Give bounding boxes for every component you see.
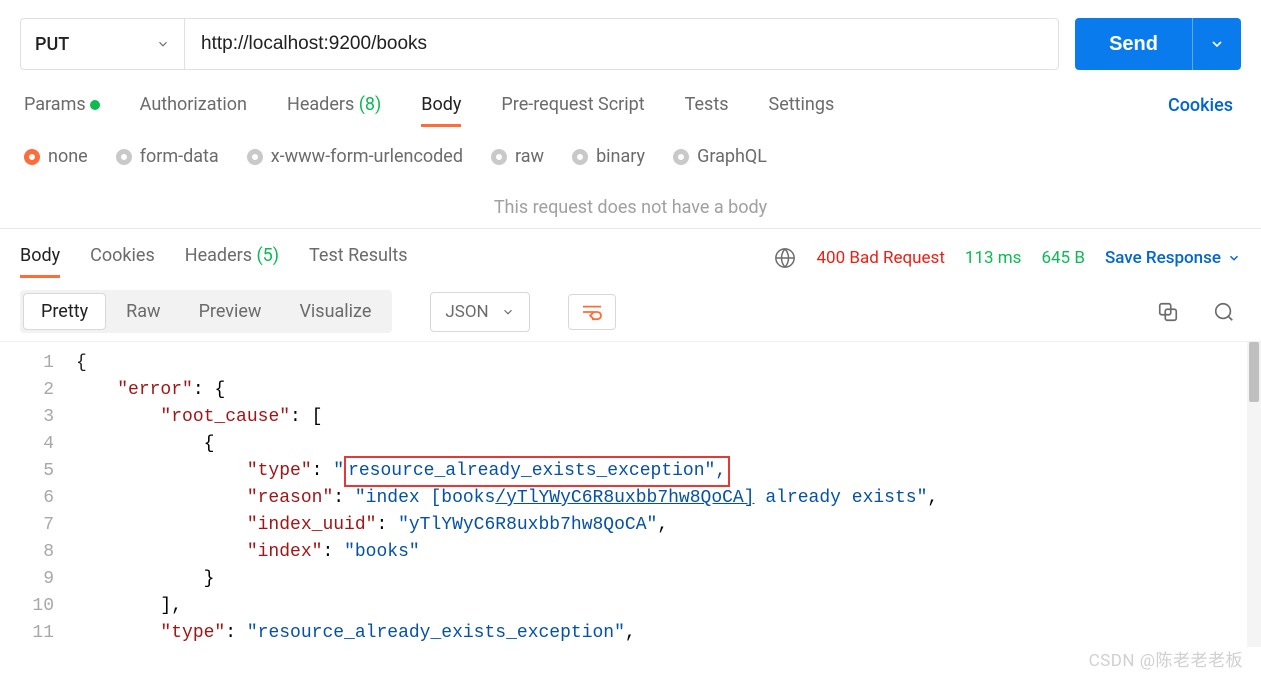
- watermark: CSDN @陈老老老板: [1089, 646, 1243, 671]
- tab-authorization[interactable]: Authorization: [140, 86, 247, 125]
- radio-x-www-form-urlencoded[interactable]: x-www-form-urlencoded: [247, 146, 463, 167]
- scrollbar-thumb[interactable]: [1249, 342, 1259, 402]
- size-text: 645 B: [1041, 248, 1084, 268]
- wrap-icon: [581, 303, 603, 321]
- radio-raw[interactable]: raw: [491, 146, 544, 167]
- radio-form-data[interactable]: form-data: [116, 146, 219, 167]
- send-button[interactable]: Send: [1075, 18, 1192, 70]
- status-text: 400 Bad Request: [816, 248, 944, 268]
- view-visualize[interactable]: Visualize: [281, 293, 389, 330]
- radio-binary[interactable]: binary: [572, 146, 645, 167]
- resp-tab-cookies[interactable]: Cookies: [90, 239, 155, 276]
- radio-icon: [116, 149, 132, 165]
- view-preview[interactable]: Preview: [181, 293, 280, 330]
- tab-body[interactable]: Body: [421, 86, 461, 125]
- resp-tab-body[interactable]: Body: [20, 239, 60, 276]
- chevron-down-icon: [1209, 36, 1225, 52]
- method-select[interactable]: PUT: [20, 18, 184, 70]
- wrap-lines-button[interactable]: [568, 294, 616, 330]
- lang-select[interactable]: JSON: [430, 292, 529, 332]
- tab-params[interactable]: Params: [24, 86, 100, 125]
- radio-graphql[interactable]: GraphQL: [673, 146, 767, 167]
- radio-icon: [572, 149, 588, 165]
- tab-settings[interactable]: Settings: [769, 86, 835, 125]
- time-text: 113 ms: [965, 248, 1022, 268]
- dot-icon: [90, 100, 100, 110]
- chevron-down-icon: [156, 37, 170, 51]
- resp-tab-test-results[interactable]: Test Results: [309, 239, 407, 276]
- copy-icon: [1157, 301, 1179, 323]
- globe-icon[interactable]: [774, 247, 796, 269]
- view-mode-group: Pretty Raw Preview Visualize: [20, 290, 392, 333]
- copy-button[interactable]: [1151, 295, 1185, 329]
- view-raw[interactable]: Raw: [108, 293, 178, 330]
- radio-icon: [24, 149, 40, 165]
- radio-none[interactable]: none: [24, 146, 88, 167]
- radio-icon: [491, 149, 507, 165]
- chevron-down-icon: [501, 305, 515, 319]
- search-icon: [1213, 301, 1235, 323]
- scrollbar[interactable]: [1247, 342, 1261, 647]
- method-value: PUT: [35, 34, 69, 55]
- no-body-message: This request does not have a body: [0, 175, 1261, 224]
- radio-icon: [247, 149, 263, 165]
- tab-headers[interactable]: Headers (8): [287, 86, 381, 125]
- response-body[interactable]: 1234567891011 { "error": { "root_cause":…: [0, 341, 1261, 647]
- view-pretty[interactable]: Pretty: [23, 293, 106, 330]
- url-input[interactable]: [184, 18, 1059, 70]
- send-dropdown-button[interactable]: [1192, 18, 1241, 70]
- line-gutter: 1234567891011: [0, 342, 74, 647]
- resp-tab-headers[interactable]: Headers (5): [185, 239, 279, 276]
- cookies-link[interactable]: Cookies: [1168, 95, 1233, 116]
- code-content: { "error": { "root_cause": [ { "type": "…: [74, 342, 938, 647]
- highlighted-error-type: resource_already_exists_exception",: [344, 456, 730, 487]
- tab-tests[interactable]: Tests: [685, 86, 729, 125]
- radio-icon: [673, 149, 689, 165]
- tab-prerequest[interactable]: Pre-request Script: [501, 86, 644, 125]
- save-response-button[interactable]: Save Response: [1105, 248, 1241, 268]
- search-button[interactable]: [1207, 295, 1241, 329]
